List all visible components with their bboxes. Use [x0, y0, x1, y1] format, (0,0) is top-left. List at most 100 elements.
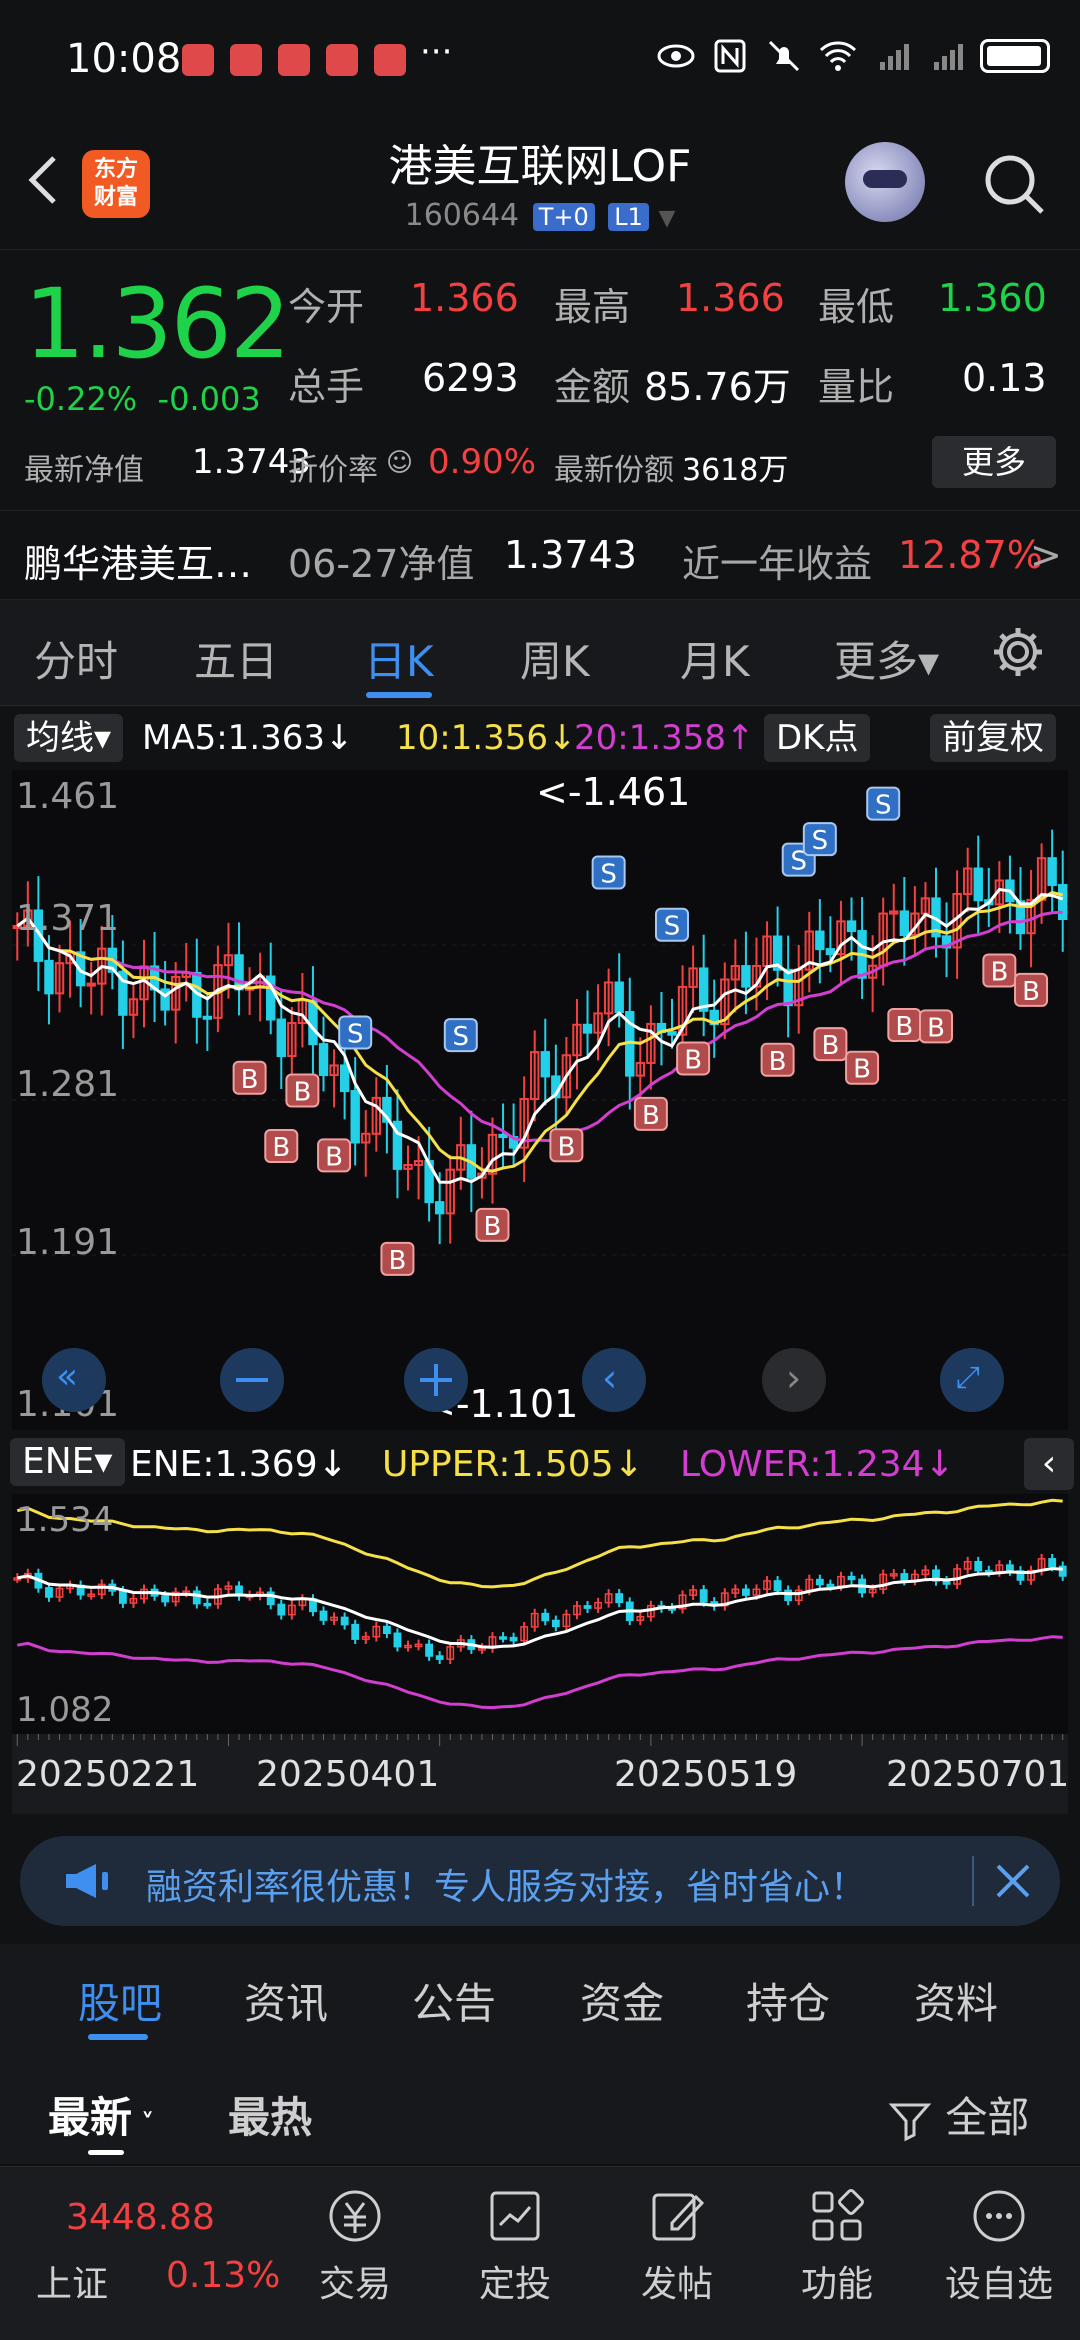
tab-capital[interactable]: 资金	[580, 1970, 664, 2031]
ene-candle-body	[826, 1583, 835, 1588]
tab-profile[interactable]: 资料	[914, 1970, 998, 2031]
ene-candle-body	[541, 1612, 550, 1622]
tab-intraday[interactable]: 分时	[34, 628, 118, 689]
adjust-button[interactable]: 前复权	[930, 714, 1056, 762]
buy-marker-label: B	[557, 1132, 575, 1162]
candle-body	[582, 1023, 593, 1034]
ene-y-top: 1.534	[16, 1500, 114, 1540]
app-notification-icon	[326, 44, 358, 76]
sell-marker: S	[443, 1018, 478, 1053]
more-notifications-icon: ···	[420, 32, 453, 72]
signal-icon	[880, 44, 909, 70]
buy-marker: B	[982, 953, 1017, 988]
buy-marker: B	[549, 1128, 584, 1162]
ene-candle-body	[435, 1655, 444, 1660]
filter-all[interactable]: 全部	[888, 2084, 1029, 2145]
sell-marker: S	[591, 855, 626, 890]
annual-return-label: 近一年收益	[682, 542, 873, 586]
buy-marker: B	[380, 1241, 415, 1276]
ene-candle-body	[425, 1643, 434, 1657]
ratio-value: 0.13	[962, 356, 1047, 400]
info-icon[interactable]: ☺	[386, 448, 413, 478]
k-line-chart[interactable]: BBBBBBBBBBBBBBBBSSSSSSS 1.461 1.371 1.28…	[12, 770, 1068, 1430]
zoom-in-button[interactable]	[404, 1348, 468, 1412]
open-label: 今开	[288, 285, 365, 329]
zoom-out-button[interactable]	[220, 1348, 284, 1412]
candle-body	[698, 967, 709, 1012]
dk-point-button[interactable]: DK点	[764, 714, 871, 762]
sort-latest[interactable]: 最新 ˅	[48, 2084, 154, 2145]
tab-weekly-k[interactable]: 周K	[520, 628, 590, 689]
expand-icon: ⤢	[956, 1360, 980, 1395]
current-price: 1.362	[24, 268, 291, 380]
nav-post[interactable]: 发帖	[622, 2169, 732, 2307]
sell-marker-label: S	[812, 826, 829, 856]
nav-functions[interactable]: 功能	[782, 2169, 892, 2307]
buy-marker-label: B	[642, 1101, 660, 1131]
tab-announcements[interactable]: 公告	[412, 1970, 496, 2031]
ene-lower-line	[17, 1635, 1063, 1710]
tab-five-day[interactable]: 五日	[194, 628, 278, 689]
sell-marker: S	[866, 786, 901, 821]
nav-label: 最新净值	[24, 453, 144, 488]
ene-candle-body	[192, 1590, 201, 1605]
tab-guba[interactable]: 股吧	[78, 1970, 162, 2031]
date-label: 20250221	[16, 1754, 200, 1795]
gear-icon[interactable]	[990, 624, 1046, 680]
scroll-left-fast-button[interactable]: «	[42, 1348, 106, 1412]
ma10-value: 10:1.356↓	[396, 718, 577, 758]
ene-mid-line	[16, 1566, 1063, 1649]
buy-marker: B	[475, 1207, 510, 1242]
search-icon[interactable]	[980, 150, 1046, 216]
y-axis-label: 1.191	[16, 1222, 120, 1263]
collapse-panel-button[interactable]: ‹	[1024, 1438, 1074, 1490]
ene-candle-body	[773, 1580, 782, 1592]
candle-body	[815, 930, 825, 951]
nav-auto-invest[interactable]: 定投	[460, 2169, 570, 2307]
buy-marker-label: B	[389, 1246, 407, 1276]
ene-candle-body	[847, 1575, 856, 1581]
signal-icon	[934, 44, 963, 70]
fund-nav-row[interactable]: 鹏华港美互… 06-27净值 1.3743 近一年收益 12.87% >	[0, 510, 1080, 600]
ene-candle-body	[509, 1636, 518, 1642]
ene-candle-body	[974, 1560, 983, 1572]
tab-more[interactable]: 更多▾	[834, 628, 939, 689]
filter-icon	[888, 2103, 932, 2141]
buy-marker-label: B	[853, 1055, 871, 1085]
divider	[972, 1856, 974, 1906]
chevron-down-icon: ˅	[132, 2109, 155, 2139]
edit-icon	[652, 2193, 705, 2241]
buy-marker: B	[633, 1096, 668, 1131]
close-icon[interactable]	[988, 1856, 1038, 1906]
ene-selector[interactable]: ENE▾	[10, 1438, 125, 1486]
nav-trade[interactable]: 交易	[300, 2169, 410, 2307]
date-axis: 20250221 20250401 20250519 20250701	[12, 1734, 1069, 1814]
community-tabs: 股吧 资讯 公告 资金 持仓 资料	[0, 1944, 1080, 2054]
buy-marker: B	[264, 1129, 299, 1163]
tab-holdings[interactable]: 持仓	[746, 1970, 830, 2031]
change-amount: -0.003	[157, 380, 261, 418]
nav-add-watchlist[interactable]: 设自选	[944, 2169, 1054, 2307]
sort-hot[interactable]: 最热	[228, 2084, 312, 2145]
level-badge: L1	[608, 203, 649, 231]
y-axis-label: 1.371	[16, 898, 120, 939]
tab-daily-k[interactable]: 日K	[364, 628, 434, 689]
amount-value: 85.76万	[644, 365, 791, 409]
tab-news[interactable]: 资讯	[244, 1970, 328, 2031]
scroll-left-button[interactable]: ‹	[582, 1348, 646, 1412]
ma-selector[interactable]: 均线▾	[14, 714, 124, 762]
promo-banner[interactable]: 融资利率很优惠！专人服务对接，省时省心！	[20, 1836, 1060, 1926]
buy-marker-label: B	[821, 1031, 839, 1061]
chevron-right-icon: ›	[786, 1356, 802, 1400]
low-value: 1.360	[938, 276, 1047, 320]
assistant-robot-icon[interactable]	[845, 142, 925, 222]
more-button[interactable]: 更多	[932, 436, 1056, 488]
ene-candle-body	[742, 1588, 750, 1596]
ene-candle-body	[382, 1625, 391, 1635]
ene-candle-body	[319, 1610, 328, 1621]
scroll-right-button[interactable]: ›	[762, 1348, 826, 1412]
tab-monthly-k[interactable]: 月K	[680, 628, 750, 689]
fullscreen-button[interactable]: ⤢	[940, 1348, 1004, 1412]
ene-chart[interactable]: 1.534 1.082	[12, 1494, 1068, 1734]
low-label: 最低	[818, 285, 895, 329]
